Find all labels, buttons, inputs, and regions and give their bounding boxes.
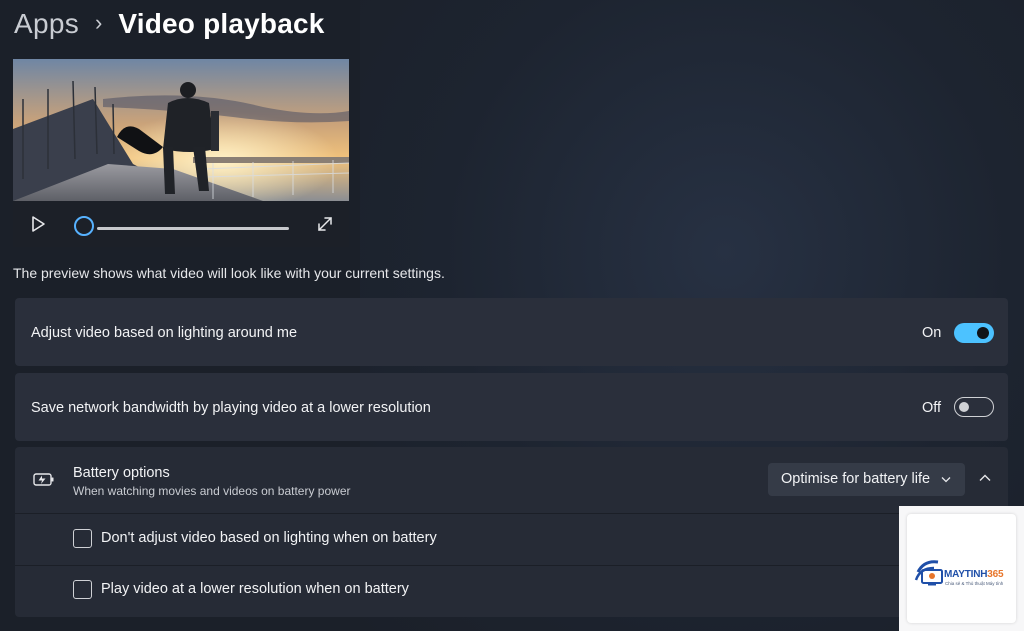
toggle-state-text-bandwidth: Off: [922, 400, 942, 416]
setting-label-bandwidth: Save network bandwidth by playing video …: [31, 400, 431, 416]
video-controls-bar: [13, 201, 349, 247]
chevron-down-icon: [941, 477, 951, 483]
battery-option-row-resolution: Play video at a lower resolution when on…: [15, 565, 1008, 615]
page-title: Video playback: [118, 8, 325, 39]
breadcrumb-apps-link[interactable]: Apps: [14, 8, 79, 40]
breadcrumb: Apps › Video playback: [14, 4, 325, 44]
battery-saver-icon: [33, 473, 54, 486]
breadcrumb-separator-icon: ›: [95, 10, 103, 35]
checkbox-lower-resolution[interactable]: [73, 580, 92, 599]
seek-thumb[interactable]: [74, 216, 94, 236]
expand-icon[interactable]: [315, 214, 335, 234]
video-preview-player: [13, 59, 349, 247]
video-preview-frame[interactable]: [13, 59, 349, 201]
setting-label-lighting: Adjust video based on lighting around me: [31, 325, 298, 341]
preview-description: The preview shows what video will look l…: [13, 265, 445, 281]
battery-options-title: Battery options: [73, 465, 170, 481]
battery-option-row-lighting: Don't adjust video based on lighting whe…: [15, 514, 1008, 564]
watermark-logo: MAYTINH365 Chia sẻ & Thủ thuật Máy tính: [899, 506, 1024, 631]
checkbox-label-no-lighting-adjust: Don't adjust video based on lighting whe…: [101, 530, 437, 546]
watermark-tagline: Chia sẻ & Thủ thuật Máy tính: [945, 581, 1004, 586]
setting-card-lighting: Adjust video based on lighting around me…: [15, 298, 1008, 366]
battery-options-subtitle: When watching movies and videos on batte…: [73, 484, 351, 498]
lighting-toggle[interactable]: [954, 323, 994, 343]
maytinh365-logo-icon: [914, 560, 943, 586]
watermark-brand-main: MAYTINH: [944, 569, 988, 580]
dropdown-selected-value: Optimise for battery life: [781, 471, 931, 487]
battery-optimisation-dropdown[interactable]: Optimise for battery life: [768, 463, 965, 496]
play-icon[interactable]: [27, 214, 49, 234]
toggle-knob: [977, 327, 989, 339]
bandwidth-toggle[interactable]: [954, 397, 994, 417]
setting-card-battery: Battery options When watching movies and…: [15, 447, 1008, 617]
seek-bar[interactable]: [97, 227, 289, 230]
video-thumbnail-image: [13, 59, 349, 201]
chevron-up-icon[interactable]: [978, 473, 992, 483]
watermark-logo-card: MAYTINH365 Chia sẻ & Thủ thuật Máy tính: [907, 514, 1016, 623]
checkbox-label-lower-resolution: Play video at a lower resolution when on…: [101, 581, 409, 597]
watermark-brand-accent: 365: [987, 569, 1004, 580]
setting-card-bandwidth: Save network bandwidth by playing video …: [15, 373, 1008, 441]
toggle-knob: [959, 401, 969, 412]
toggle-state-text-lighting: On: [922, 325, 942, 341]
checkbox-no-lighting-adjust[interactable]: [73, 529, 92, 548]
watermark-brand: MAYTINH365: [944, 569, 1004, 580]
